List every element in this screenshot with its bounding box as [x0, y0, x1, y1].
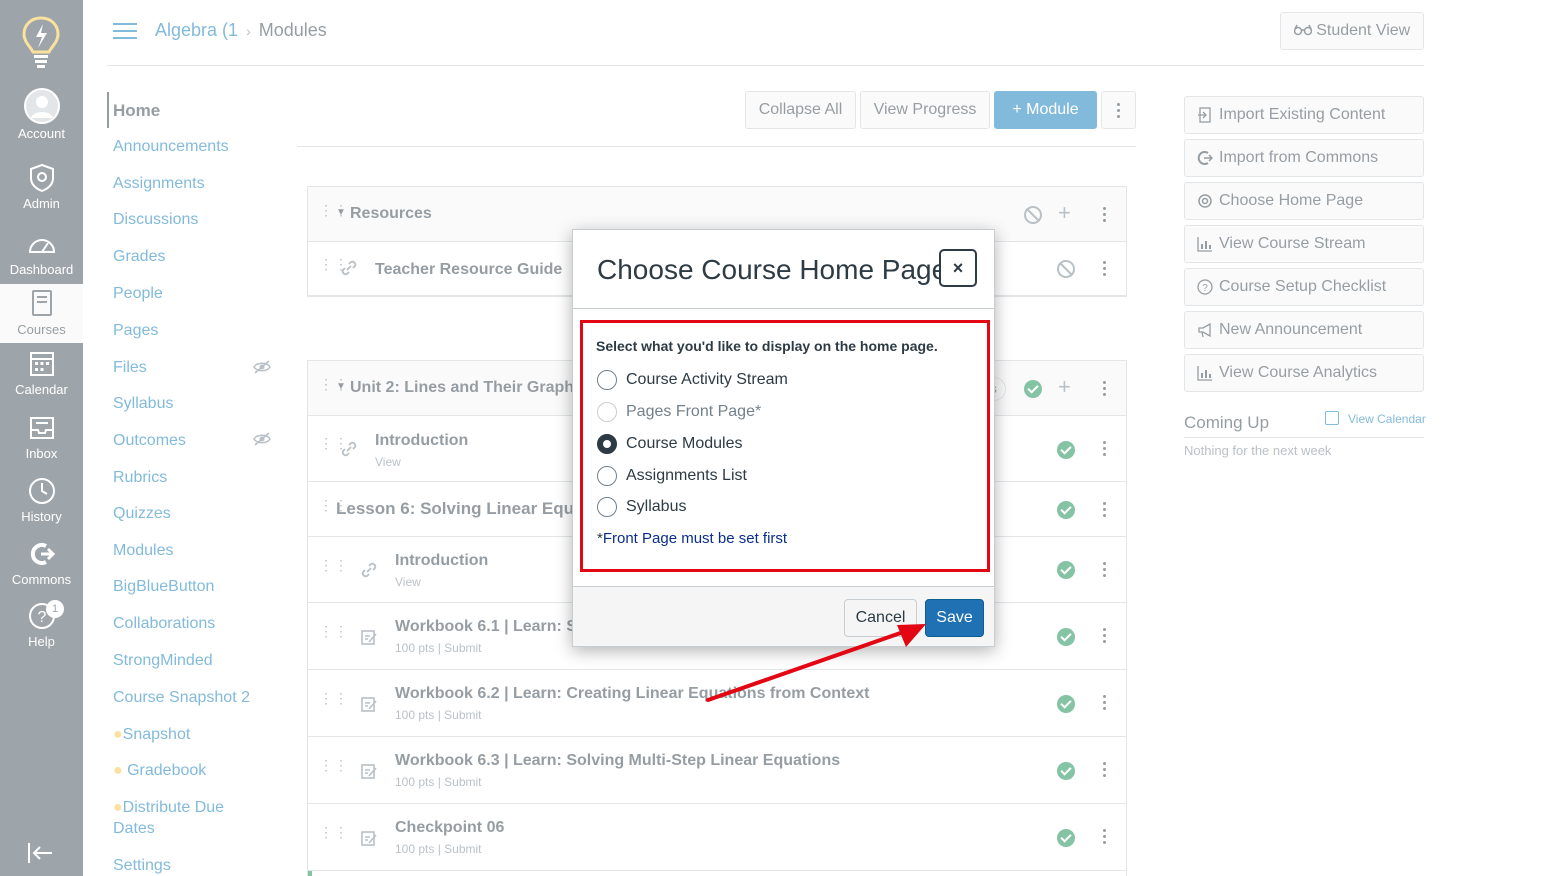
option-label: Pages Front Page*	[626, 403, 762, 420]
close-button[interactable]: ×	[939, 249, 977, 287]
radio-button[interactable]	[597, 434, 617, 454]
front-page-note: *Front Page must be set first	[597, 530, 787, 547]
front-page-link[interactable]: Front Page must be set first	[603, 530, 787, 547]
radio-button[interactable]	[597, 497, 617, 517]
radio-button[interactable]	[597, 370, 617, 390]
choose-home-page-dialog: Choose Course Home Page × Select what yo…	[572, 229, 995, 647]
option-label: Assignments List	[626, 467, 747, 484]
option-label: Course Activity Stream	[626, 371, 788, 388]
option-label: Syllabus	[626, 498, 687, 515]
dialog-prompt: Select what you'd like to display on the…	[596, 338, 938, 354]
radio-button	[597, 402, 617, 422]
option-label: Course Modules	[626, 435, 743, 452]
dialog-divider	[573, 308, 994, 309]
radio-button[interactable]	[597, 466, 617, 486]
annotation-arrow-icon	[706, 624, 926, 702]
dialog-title: Choose Course Home Page	[597, 254, 948, 285]
